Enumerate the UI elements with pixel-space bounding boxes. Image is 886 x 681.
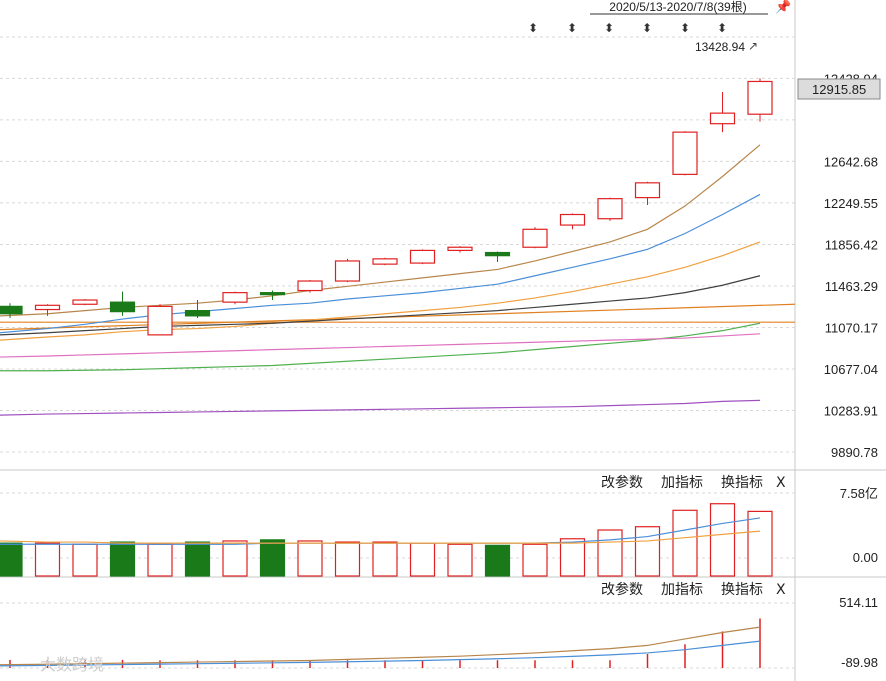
y-tick-label: 514.11 xyxy=(839,595,878,610)
indicator-panel xyxy=(0,618,761,668)
event-marker-icon: ⬍ xyxy=(604,21,614,35)
y-tick-label: -89.98 xyxy=(841,655,878,670)
candle-body xyxy=(522,228,548,248)
candle-body xyxy=(334,260,361,282)
volume-bar xyxy=(72,543,98,577)
moving-average-line xyxy=(0,144,761,317)
moving-average-line xyxy=(0,333,761,358)
candle-body xyxy=(409,249,436,264)
watermark: 大数跨境 xyxy=(40,655,104,674)
candlestick-panel: ⬍ ⬍ ⬍ ⬍ ⬍ ⬍ xyxy=(0,21,796,416)
pin-icon[interactable]: 📌 xyxy=(775,0,791,14)
vol-add-indicator-button[interactable]: 加指标 xyxy=(661,475,703,491)
event-marker-icon: ⬍ xyxy=(717,21,727,35)
volume-panel xyxy=(0,503,773,577)
ind-edit-params-button[interactable]: 改参数 xyxy=(601,581,643,598)
volume-bar xyxy=(259,539,286,577)
volume-bar xyxy=(109,541,136,577)
current-price: 12915.85 xyxy=(812,82,866,97)
volume-bar xyxy=(709,503,736,577)
vol-close-button[interactable]: X xyxy=(776,475,786,491)
high-annotation: 13428.94 xyxy=(695,40,745,54)
candle-body xyxy=(34,304,61,311)
volume-bar xyxy=(559,538,586,577)
volume-bar xyxy=(334,541,361,577)
y-tick-label: 10677.04 xyxy=(824,362,878,377)
y-tick-label: 12249.55 xyxy=(824,196,878,211)
ind-add-indicator-button[interactable]: 加指标 xyxy=(661,582,703,598)
y-tick-label: 11856.42 xyxy=(825,237,878,252)
volume-bar xyxy=(34,542,61,577)
y-tick-label: 12642.68 xyxy=(824,154,878,169)
moving-average-line xyxy=(0,399,761,416)
candle-body xyxy=(222,292,248,303)
candle-body xyxy=(634,182,661,199)
volume-bar xyxy=(522,543,548,577)
candle-body xyxy=(672,131,698,175)
volume-bar xyxy=(484,544,511,577)
volume-bar xyxy=(184,541,211,577)
candle-body xyxy=(72,299,98,305)
volume-bar xyxy=(409,542,436,577)
arrow-icon: ↗ xyxy=(748,39,758,53)
volume-bar xyxy=(597,529,623,577)
y-tick-label: 0.00 xyxy=(853,550,878,565)
volume-bar xyxy=(297,540,323,577)
candle-body xyxy=(297,280,323,292)
stock-chart: 13428.94 12642.68 12249.55 11856.42 11463.29… xyxy=(0,0,886,681)
candle-body xyxy=(259,292,286,296)
candle-body xyxy=(484,251,511,257)
indicator-ma-line xyxy=(0,640,761,667)
candle-body xyxy=(709,112,736,125)
event-marker-icon: ⬍ xyxy=(528,21,538,35)
y-tick-label: 9890.78 xyxy=(831,445,878,460)
event-marker-icon: ⬍ xyxy=(567,21,577,35)
candle-body xyxy=(372,258,398,265)
y-tick-label: 11070.17 xyxy=(825,320,878,335)
candle-body xyxy=(747,80,773,115)
candle-body xyxy=(559,213,586,226)
vol-change-indicator-button[interactable]: 换指标 xyxy=(721,474,763,491)
candle-body xyxy=(0,305,23,315)
candle-body xyxy=(147,305,173,336)
volume-bar xyxy=(0,542,23,577)
y-tick-label: 11463.29 xyxy=(825,279,878,294)
event-marker-icon: ⬍ xyxy=(642,21,652,35)
volume-bar xyxy=(147,543,173,577)
candle-body xyxy=(109,301,136,313)
range-label: 2020/5/13-2020/7/8(39根) xyxy=(609,0,746,14)
volume-bar xyxy=(447,543,473,577)
volume-bar xyxy=(672,509,698,577)
y-tick-label: 10283.91 xyxy=(824,403,878,418)
volume-bar xyxy=(747,510,773,577)
indicator-ma-line xyxy=(0,626,761,666)
y-tick-label: 7.58亿 xyxy=(840,486,878,501)
volume-bar xyxy=(372,541,398,577)
candle-body xyxy=(184,309,211,317)
volume-bar xyxy=(222,540,248,577)
event-marker-icon: ⬍ xyxy=(680,21,690,35)
vol-edit-params-button[interactable]: 改参数 xyxy=(601,474,643,491)
ind-change-indicator-button[interactable]: 换指标 xyxy=(721,581,763,598)
ind-close-button[interactable]: X xyxy=(776,582,786,598)
volume-bar xyxy=(634,526,661,577)
candle-body xyxy=(447,246,473,252)
candle-body xyxy=(597,198,623,220)
